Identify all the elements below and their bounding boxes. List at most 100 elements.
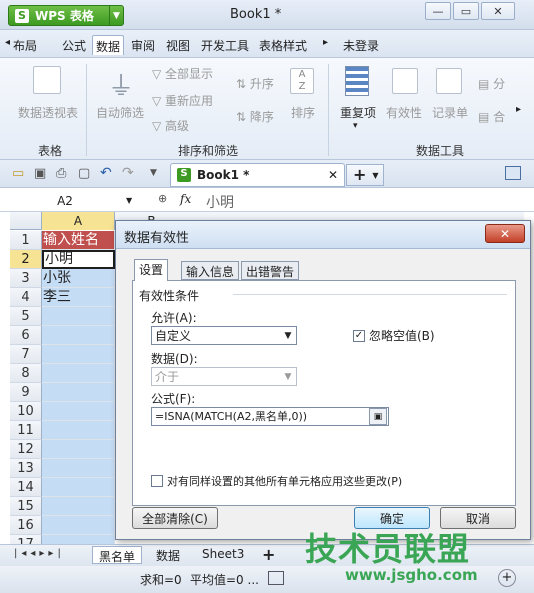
merge-button[interactable]: ▤ 合 [478,108,505,125]
row-header[interactable]: 7 [10,345,42,364]
fx-icon[interactable]: fx [180,192,191,206]
validity-icon[interactable] [392,68,418,94]
new-tab-button[interactable]: + ▼ [346,164,384,186]
tab-error-alert[interactable]: 出错警告 [241,261,300,280]
range-picker-icon[interactable]: ▣ [369,408,387,425]
normal-view-icon[interactable] [268,571,284,585]
sheet-tab-blacklist[interactable]: 黑名单 [92,546,143,564]
name-box[interactable]: A2 [10,192,120,210]
cell-a[interactable] [42,516,115,535]
duplicates-button[interactable]: 重复项 [340,104,376,121]
cell-a[interactable]: 小张 [42,269,115,288]
zoom-in-icon[interactable]: + [498,569,516,587]
tab-view[interactable]: 视图 [163,35,193,55]
open-folder-icon[interactable]: ▭ [12,166,24,181]
ignore-blank-checkbox[interactable]: ✓ 忽略空值(B) [353,327,435,344]
sort-asc-button[interactable]: ⇅ 升序 [236,75,274,92]
restore-button[interactable]: ▭ [453,2,479,20]
allow-select[interactable]: 自定义 ▼ [151,326,297,345]
cell-a[interactable]: 小明 [42,250,115,269]
cell-a[interactable] [42,345,115,364]
tab-formula[interactable]: 公式 [59,35,89,55]
name-box-dropdown-icon[interactable]: ▼ [126,196,132,205]
row-header[interactable]: 9 [10,383,42,402]
save-icon[interactable]: ▣ [34,166,46,181]
sheet-nav-icon[interactable]: |◂◂▸▸| [14,548,65,559]
tab-review[interactable]: 审阅 [128,35,158,55]
cell-a[interactable] [42,421,115,440]
dialog-close-button[interactable]: ✕ [485,224,525,243]
dropdown-arrow-icon[interactable]: ▼ [109,6,123,25]
row-header[interactable]: 12 [10,440,42,459]
apply-all-checkbox[interactable]: 对有同样设置的其他所有单元格应用这些更改(P) [151,473,402,489]
split-button[interactable]: ▤ 分 [478,75,505,92]
redo-icon[interactable]: ↷ [122,165,134,181]
cell-a[interactable] [42,364,115,383]
row-header[interactable]: 14 [10,478,42,497]
cell-a[interactable]: 输入姓名 [42,231,115,250]
close-window-button[interactable]: ✕ [481,2,515,20]
formula-input[interactable]: 小明 [206,192,234,212]
column-header-a[interactable]: A [42,212,115,230]
pivot-table-icon[interactable] [33,66,61,94]
select-all-corner[interactable] [10,212,42,230]
show-all-button[interactable]: ▽ 全部显示 [152,65,213,82]
row-header[interactable]: 4 [10,288,42,307]
sheet-tab-data[interactable]: 数据 [150,546,186,564]
cell-a[interactable]: 李三 [42,288,115,307]
pivot-table-button[interactable]: 数据透视表 [18,104,78,121]
row-header[interactable]: 11 [10,421,42,440]
tab-developer[interactable]: 开发工具 [198,35,252,55]
row-header[interactable]: 8 [10,364,42,383]
ribbon-scroll-right-icon[interactable]: ▸ [516,104,521,115]
formula-field[interactable]: =ISNA(MATCH(A2,黑名单,0)) [151,407,389,426]
cell-a[interactable] [42,307,115,326]
tab-layout[interactable]: 布局 [10,35,40,55]
login-status[interactable]: 未登录 [340,35,382,55]
validity-button[interactable]: 有效性 [386,104,422,121]
sort-button[interactable]: 排序 [291,104,315,121]
row-header[interactable]: 2 [10,250,42,269]
data-select[interactable]: 介于 ▼ [151,367,297,386]
tab-input-message[interactable]: 输入信息 [181,261,240,280]
sheet-tab-sheet3[interactable]: Sheet3 [196,546,250,564]
row-header[interactable]: 5 [10,307,42,326]
cell-a[interactable] [42,478,115,497]
print-icon[interactable]: ⎙ [56,166,66,181]
tab-book1[interactable]: S Book1 * ✕ [170,163,345,187]
advanced-filter-button[interactable]: ▽ 高级 [152,117,189,134]
wps-menu-button[interactable]: S WPS 表格 ▼ [8,5,124,26]
cell-a[interactable] [42,402,115,421]
duplicates-dropdown-icon[interactable]: ▾ [353,121,358,131]
row-header[interactable]: 10 [10,402,42,421]
tab-settings[interactable]: 设置 [134,259,169,281]
row-header[interactable]: 3 [10,269,42,288]
cell-a[interactable] [42,459,115,478]
cell-a[interactable] [42,440,115,459]
zoom-icon[interactable]: ⊕ [158,192,167,205]
cell-a[interactable] [42,326,115,345]
add-sheet-icon[interactable]: + [262,545,275,564]
reapply-button[interactable]: ▽ 重新应用 [152,92,213,109]
print-preview-icon[interactable]: ▢ [78,166,90,181]
close-tab-icon[interactable]: ✕ [328,168,338,182]
autofilter-button[interactable]: 自动筛选 [96,104,144,121]
undo-icon[interactable]: ↶ [100,165,112,181]
row-header[interactable]: 1 [10,231,42,250]
funnel-icon[interactable]: ⏚ [108,66,134,103]
record-icon[interactable] [436,68,462,94]
tabs-scroll-right-icon[interactable]: ▸ [320,35,331,55]
record-button[interactable]: 记录单 [432,104,468,121]
row-header[interactable]: 15 [10,497,42,516]
cell-a[interactable] [42,497,115,516]
cell-a[interactable] [42,383,115,402]
quick-access-dropdown-icon[interactable]: ▼ [150,168,157,178]
row-header[interactable]: 6 [10,326,42,345]
window-layout-icon[interactable] [505,166,521,180]
sort-icon[interactable]: AZ [290,68,314,94]
duplicates-icon[interactable] [345,66,369,96]
row-header[interactable]: 13 [10,459,42,478]
row-header[interactable]: 16 [10,516,42,535]
tab-table-style[interactable]: 表格样式 [256,35,310,55]
sort-desc-button[interactable]: ⇅ 降序 [236,108,274,125]
